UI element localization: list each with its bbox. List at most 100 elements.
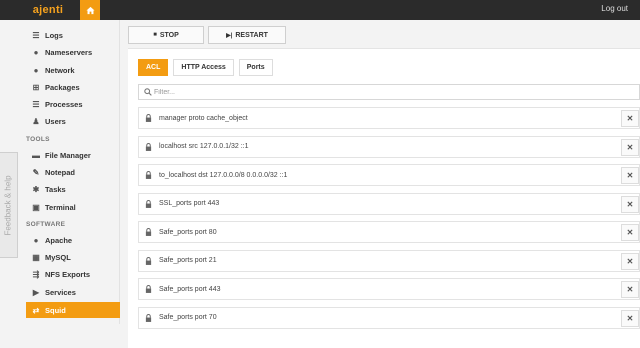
sidebar-item-label: Squid [45, 305, 66, 315]
stop-icon: ■ [153, 32, 157, 38]
feedback-tab[interactable]: Feedback & help [0, 152, 18, 258]
close-icon: ✕ [626, 256, 634, 266]
delete-button[interactable]: ✕ [621, 281, 639, 298]
acl-row[interactable]: Safe_ports port 21 ✕ [138, 249, 640, 272]
acl-row[interactable]: to_localhost dst 127.0.0.0/8 0.0.0.0/32 … [138, 164, 640, 186]
sidebar-item-notepad[interactable]: ✎ Notepad [26, 164, 120, 180]
sidebar-item-tasks[interactable]: ✱ Tasks [26, 181, 120, 197]
acl-row-text: manager proto cache_object [159, 114, 248, 122]
sidebar-item-nfs-exports[interactable]: ⇶ NFS Exports [26, 266, 120, 282]
sidebar-item-terminal[interactable]: ▣ Terminal [26, 199, 120, 215]
top-bar: ajenti Log out [0, 0, 640, 20]
acl-row-text: Safe_ports port 80 [159, 228, 217, 236]
tab-acl[interactable]: ACL [138, 59, 169, 76]
home-button[interactable] [80, 0, 100, 20]
delete-button[interactable]: ✕ [621, 110, 639, 127]
section-label-tools: TOOLS [26, 136, 50, 143]
sidebar-item-users[interactable]: ♟ Users [26, 113, 120, 129]
filter-input[interactable] [154, 88, 624, 96]
close-icon: ✕ [626, 142, 634, 152]
table-icon: ▦ [32, 252, 40, 262]
delete-button[interactable]: ✕ [621, 138, 639, 156]
sidebar-item-label: NFS Exports [45, 269, 91, 279]
list-icon: ☰ [32, 99, 40, 109]
globe-icon: ● [33, 235, 39, 245]
squid-panel: ACL HTTP Access Ports manager proto cach… [128, 48, 640, 348]
section-label-software: SOFTWARE [26, 221, 66, 228]
sidebar-item-squid[interactable]: ⇄ Squid [26, 302, 120, 318]
sidebar-item-packages[interactable]: ⊞ Packages [26, 79, 120, 95]
delete-button[interactable]: ✕ [621, 167, 639, 184]
tab-http-access[interactable]: HTTP Access [173, 59, 234, 76]
lock-icon [143, 171, 153, 179]
lock-icon [143, 313, 153, 322]
sidebar-item-processes[interactable]: ☰ Processes [26, 96, 120, 112]
close-icon: ✕ [626, 171, 634, 180]
sidebar-item-label: Users [45, 116, 66, 126]
lock-icon [143, 285, 153, 293]
sidebar-item-mysql[interactable]: ▦ MySQL [26, 249, 120, 265]
globe-icon: ● [33, 65, 39, 75]
stop-button[interactable]: ■ STOP [128, 26, 204, 44]
gift-icon: ⊞ [32, 82, 40, 92]
group-icon: ♟ [32, 116, 40, 126]
sidebar-item-label: Logs [45, 30, 63, 40]
acl-row[interactable]: localhost src 127.0.0.1/32 ::1 ✕ [138, 135, 640, 158]
close-icon: ✕ [626, 199, 634, 209]
globe-icon: ● [33, 47, 39, 57]
list-icon: ☰ [32, 30, 40, 40]
close-icon: ✕ [626, 114, 634, 123]
acl-row-text: Safe_ports port 70 [159, 314, 217, 321]
tab-bar: ACL HTTP Access Ports [138, 59, 278, 76]
sidebar-item-file-manager[interactable]: ▬ File Manager [26, 147, 120, 163]
acl-row-text: Safe_ports port 443 [159, 285, 221, 293]
acl-row-text: localhost src 127.0.0.1/32 ::1 [159, 143, 249, 150]
acl-row[interactable]: manager proto cache_object ✕ [138, 107, 640, 129]
lock-icon [143, 142, 153, 151]
exchange-icon: ⇄ [32, 305, 40, 315]
sidebar-item-network[interactable]: ● Network [26, 62, 120, 78]
play-icon: ▶ [32, 287, 40, 297]
acl-row[interactable]: Safe_ports port 70 ✕ [138, 306, 640, 329]
logout-link[interactable]: Log out [601, 4, 628, 13]
acl-row-text: Safe_ports port 21 [159, 257, 217, 264]
main-content: ■ STOP ▶| RESTART ACL HTTP Access Ports … [128, 20, 640, 348]
feedback-label: Feedback & help [4, 174, 14, 236]
folder-icon: ▬ [32, 150, 40, 160]
sidebar-item-label: Network [45, 65, 75, 75]
lock-icon [143, 256, 153, 265]
sidebar-item-label: Terminal [45, 202, 76, 212]
sidebar-item-label: MySQL [45, 252, 71, 262]
gear-icon: ✱ [32, 184, 40, 194]
acl-row[interactable]: SSL_ports port 443 ✕ [138, 192, 640, 215]
delete-button[interactable]: ✕ [621, 195, 639, 213]
sidebar-item-nameservers[interactable]: ● Nameservers [26, 44, 120, 60]
delete-button[interactable]: ✕ [621, 252, 639, 270]
terminal-icon: ▣ [32, 202, 40, 212]
step-forward-icon: ▶| [226, 32, 233, 39]
lock-icon [143, 114, 153, 122]
restart-label: RESTART [235, 31, 268, 39]
sidebar-item-label: File Manager [45, 150, 91, 160]
search-icon [142, 88, 154, 96]
tab-ports[interactable]: Ports [238, 59, 273, 76]
lock-icon [143, 199, 153, 208]
filter-box [138, 84, 640, 100]
close-icon: ✕ [626, 313, 634, 323]
sidebar-item-apache[interactable]: ● Apache [26, 232, 120, 248]
stop-label: STOP [159, 31, 179, 39]
sidebar-item-services[interactable]: ▶ Services [26, 284, 120, 300]
brand-logo[interactable]: ajenti [22, 2, 74, 18]
acl-row[interactable]: Safe_ports port 443 ✕ [138, 278, 640, 300]
edit-icon: ✎ [32, 167, 40, 177]
sidebar-item-logs[interactable]: ☰ Logs [26, 27, 120, 43]
delete-button[interactable]: ✕ [621, 224, 639, 241]
sidebar-item-label: Notepad [45, 167, 75, 177]
sidebar-item-label: Apache [45, 235, 73, 245]
acl-row-text: SSL_ports port 443 [159, 200, 220, 207]
acl-row-text: to_localhost dst 127.0.0.0/8 0.0.0.0/32 … [159, 171, 288, 179]
acl-row[interactable]: Safe_ports port 80 ✕ [138, 221, 640, 243]
sidebar-item-label: Packages [45, 82, 80, 92]
restart-button[interactable]: ▶| RESTART [208, 26, 286, 44]
close-icon: ✕ [626, 285, 634, 294]
